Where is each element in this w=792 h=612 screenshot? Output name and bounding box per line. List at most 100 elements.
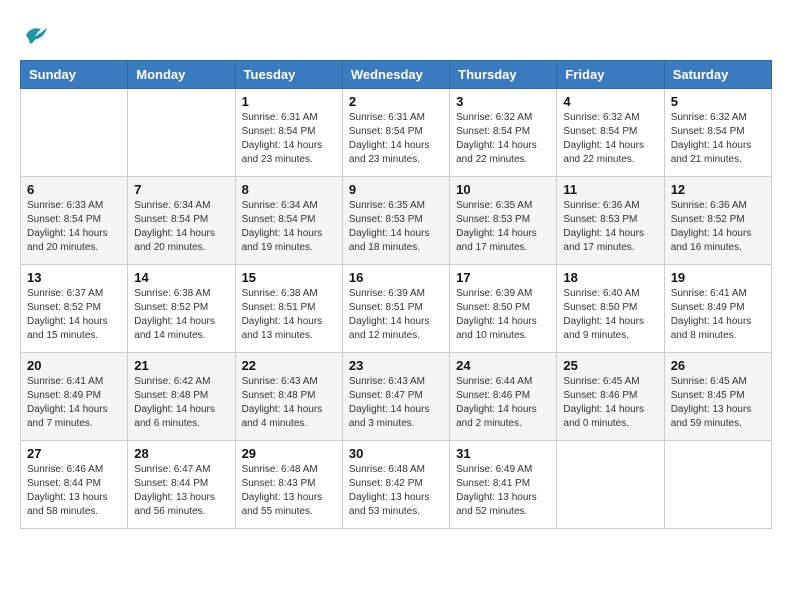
day-info: Sunrise: 6:42 AM Sunset: 8:48 PM Dayligh… (134, 375, 228, 431)
calendar-cell: 29 Sunrise: 6:48 AM Sunset: 8:43 PM Dayli… (235, 441, 342, 529)
day-number: 26 (671, 358, 765, 373)
calendar-cell: 7Sunrise: 6:34 AM Sunset: 8:54 PM Daylig… (128, 177, 235, 265)
calendar-cell: 21 Sunrise: 6:42 AM Sunset: 8:48 PM Dayli… (128, 353, 235, 441)
calendar-cell: 20 Sunrise: 6:41 AM Sunset: 8:49 PM Dayli… (21, 353, 128, 441)
day-number: 2 (349, 94, 443, 109)
day-number: 9 (349, 182, 443, 197)
day-number: 23 (349, 358, 443, 373)
day-info: Sunrise: 6:32 AM Sunset: 8:54 PM Dayligh… (456, 111, 550, 167)
day-number: 13 (27, 270, 121, 285)
calendar-week-row: 1 Sunrise: 6:31 AM Sunset: 8:54 PM Daylig… (21, 89, 772, 177)
day-info: Sunrise: 6:36 AM Sunset: 8:52 PM Dayligh… (671, 199, 765, 255)
day-info: Sunrise: 6:40 AM Sunset: 8:50 PM Dayligh… (563, 287, 657, 343)
day-number: 24 (456, 358, 550, 373)
calendar-cell: 17 Sunrise: 6:39 AM Sunset: 8:50 PM Dayli… (450, 265, 557, 353)
day-number: 16 (349, 270, 443, 285)
day-number: 17 (456, 270, 550, 285)
day-info: Sunrise: 6:39 AM Sunset: 8:50 PM Dayligh… (456, 287, 550, 343)
calendar-week-row: 13 Sunrise: 6:37 AM Sunset: 8:52 PM Dayli… (21, 265, 772, 353)
day-info: Sunrise: 6:43 AM Sunset: 8:47 PM Dayligh… (349, 375, 443, 431)
calendar-cell: 6 Sunrise: 6:33 AM Sunset: 8:54 PM Daylig… (21, 177, 128, 265)
day-info: Sunrise: 6:31 AM Sunset: 8:54 PM Dayligh… (242, 111, 336, 167)
day-info: Sunrise: 6:36 AM Sunset: 8:53 PM Dayligh… (563, 199, 657, 255)
day-info: Sunrise: 6:41 AM Sunset: 8:49 PM Dayligh… (27, 375, 121, 431)
calendar-cell: 12 Sunrise: 6:36 AM Sunset: 8:52 PM Dayli… (664, 177, 771, 265)
day-number: 30 (349, 446, 443, 461)
day-number: 5 (671, 94, 765, 109)
calendar-cell: 15 Sunrise: 6:38 AM Sunset: 8:51 PM Dayli… (235, 265, 342, 353)
weekday-header: Thursday (450, 61, 557, 89)
calendar-week-row: 27Sunrise: 6:46 AM Sunset: 8:44 PM Dayli… (21, 441, 772, 529)
calendar-week-row: 20 Sunrise: 6:41 AM Sunset: 8:49 PM Dayli… (21, 353, 772, 441)
weekday-header: Saturday (664, 61, 771, 89)
day-number: 14 (134, 270, 228, 285)
day-info: Sunrise: 6:45 AM Sunset: 8:45 PM Dayligh… (671, 375, 765, 431)
calendar-cell (128, 89, 235, 177)
weekday-header: Wednesday (342, 61, 449, 89)
day-info: Sunrise: 6:49 AM Sunset: 8:41 PM Dayligh… (456, 463, 550, 519)
weekday-header: Monday (128, 61, 235, 89)
day-number: 12 (671, 182, 765, 197)
logo (20, 20, 54, 50)
calendar-cell: 4 Sunrise: 6:32 AM Sunset: 8:54 PM Daylig… (557, 89, 664, 177)
day-number: 22 (242, 358, 336, 373)
calendar-cell: 9 Sunrise: 6:35 AM Sunset: 8:53 PM Daylig… (342, 177, 449, 265)
day-info: Sunrise: 6:39 AM Sunset: 8:51 PM Dayligh… (349, 287, 443, 343)
weekday-header: Tuesday (235, 61, 342, 89)
day-number: 28 (134, 446, 228, 461)
calendar-cell: 26 Sunrise: 6:45 AM Sunset: 8:45 PM Dayli… (664, 353, 771, 441)
day-number: 7 (134, 182, 228, 197)
day-info: Sunrise: 6:33 AM Sunset: 8:54 PM Dayligh… (27, 199, 121, 255)
day-info: Sunrise: 6:34 AM Sunset: 8:54 PM Dayligh… (242, 199, 336, 255)
calendar-cell: 10Sunrise: 6:35 AM Sunset: 8:53 PM Dayli… (450, 177, 557, 265)
day-number: 19 (671, 270, 765, 285)
calendar-cell: 1 Sunrise: 6:31 AM Sunset: 8:54 PM Daylig… (235, 89, 342, 177)
calendar-cell (664, 441, 771, 529)
calendar-cell: 13 Sunrise: 6:37 AM Sunset: 8:52 PM Dayli… (21, 265, 128, 353)
calendar-cell: 25Sunrise: 6:45 AM Sunset: 8:46 PM Dayli… (557, 353, 664, 441)
calendar-cell: 16 Sunrise: 6:39 AM Sunset: 8:51 PM Dayli… (342, 265, 449, 353)
day-number: 29 (242, 446, 336, 461)
day-info: Sunrise: 6:47 AM Sunset: 8:44 PM Dayligh… (134, 463, 228, 519)
logo-bird-icon (20, 20, 50, 50)
calendar-cell: 18Sunrise: 6:40 AM Sunset: 8:50 PM Dayli… (557, 265, 664, 353)
day-number: 11 (563, 182, 657, 197)
day-number: 4 (563, 94, 657, 109)
calendar-cell (557, 441, 664, 529)
calendar-cell: 19 Sunrise: 6:41 AM Sunset: 8:49 PM Dayli… (664, 265, 771, 353)
calendar-header-row: SundayMondayTuesdayWednesdayThursdayFrid… (21, 61, 772, 89)
day-info: Sunrise: 6:35 AM Sunset: 8:53 PM Dayligh… (349, 199, 443, 255)
day-info: Sunrise: 6:45 AM Sunset: 8:46 PM Dayligh… (563, 375, 657, 431)
calendar-cell: 8 Sunrise: 6:34 AM Sunset: 8:54 PM Daylig… (235, 177, 342, 265)
day-info: Sunrise: 6:48 AM Sunset: 8:42 PM Dayligh… (349, 463, 443, 519)
day-info: Sunrise: 6:38 AM Sunset: 8:52 PM Dayligh… (134, 287, 228, 343)
day-info: Sunrise: 6:41 AM Sunset: 8:49 PM Dayligh… (671, 287, 765, 343)
day-info: Sunrise: 6:43 AM Sunset: 8:48 PM Dayligh… (242, 375, 336, 431)
calendar-cell: 14 Sunrise: 6:38 AM Sunset: 8:52 PM Dayli… (128, 265, 235, 353)
day-info: Sunrise: 6:44 AM Sunset: 8:46 PM Dayligh… (456, 375, 550, 431)
day-info: Sunrise: 6:32 AM Sunset: 8:54 PM Dayligh… (671, 111, 765, 167)
day-number: 20 (27, 358, 121, 373)
day-number: 3 (456, 94, 550, 109)
day-number: 8 (242, 182, 336, 197)
day-number: 31 (456, 446, 550, 461)
calendar-cell: 11 Sunrise: 6:36 AM Sunset: 8:53 PM Dayli… (557, 177, 664, 265)
day-info: Sunrise: 6:48 AM Sunset: 8:43 PM Dayligh… (242, 463, 336, 519)
day-info: Sunrise: 6:32 AM Sunset: 8:54 PM Dayligh… (563, 111, 657, 167)
weekday-header: Sunday (21, 61, 128, 89)
calendar-table: SundayMondayTuesdayWednesdayThursdayFrid… (20, 60, 772, 529)
calendar-cell: 5 Sunrise: 6:32 AM Sunset: 8:54 PM Daylig… (664, 89, 771, 177)
calendar-cell: 28 Sunrise: 6:47 AM Sunset: 8:44 PM Dayli… (128, 441, 235, 529)
day-number: 1 (242, 94, 336, 109)
day-info: Sunrise: 6:38 AM Sunset: 8:51 PM Dayligh… (242, 287, 336, 343)
day-number: 21 (134, 358, 228, 373)
calendar-cell: 27Sunrise: 6:46 AM Sunset: 8:44 PM Dayli… (21, 441, 128, 529)
calendar-cell: 23 Sunrise: 6:43 AM Sunset: 8:47 PM Dayli… (342, 353, 449, 441)
day-number: 10 (456, 182, 550, 197)
day-info: Sunrise: 6:37 AM Sunset: 8:52 PM Dayligh… (27, 287, 121, 343)
calendar-cell: 2Sunrise: 6:31 AM Sunset: 8:54 PM Daylig… (342, 89, 449, 177)
day-number: 15 (242, 270, 336, 285)
calendar-cell: 24 Sunrise: 6:44 AM Sunset: 8:46 PM Dayli… (450, 353, 557, 441)
calendar-cell (21, 89, 128, 177)
day-number: 6 (27, 182, 121, 197)
